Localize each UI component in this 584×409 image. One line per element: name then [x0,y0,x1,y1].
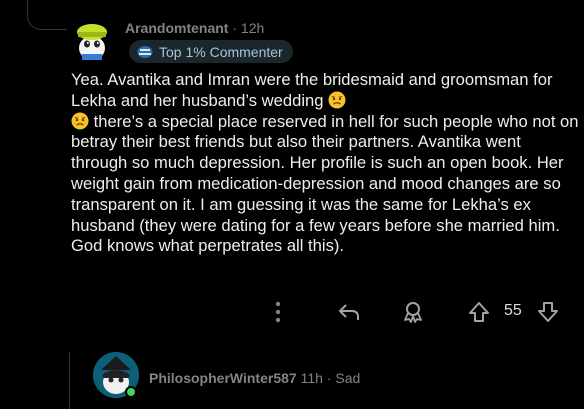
comment-text-part-1: Yea. Avantika and Imran were the bridesm… [71,70,553,110]
thread-line-reply [69,352,93,409]
separator: · [232,20,238,36]
upvote-icon[interactable] [466,298,492,326]
vote-score: 55 [504,302,522,319]
online-status-indicator [125,386,137,398]
reply-status: Sad [335,370,361,386]
commenter-avatar[interactable] [70,18,114,62]
worried-face-emoji-icon-2 [71,112,89,130]
commenter-badge-icon [137,45,153,58]
reply-header: PhilosopherWinter587 11h · Sad [149,370,360,386]
more-options-icon[interactable] [268,298,288,326]
reply-username[interactable]: PhilosopherWinter587 [149,370,297,386]
top-commenter-badge[interactable]: Top 1% Commenter [129,40,293,63]
worried-face-emoji-icon [328,91,346,109]
reply-icon[interactable] [336,298,362,326]
comment-body: Yea. Avantika and Imran were the bridesm… [71,70,581,257]
reply-timestamp: 11h [300,370,323,386]
comment-text-part-2: there’s a special place reserved in hell… [71,111,579,256]
thread-line [27,0,67,30]
downvote-icon[interactable] [535,298,561,326]
timestamp: 12h [240,20,265,36]
award-icon[interactable] [400,298,426,326]
comment-header: Arandomtenant · 12h [125,20,264,36]
username[interactable]: Arandomtenant [125,20,228,36]
reply-separator: · [326,370,332,386]
badge-label: Top 1% Commenter [159,43,283,60]
